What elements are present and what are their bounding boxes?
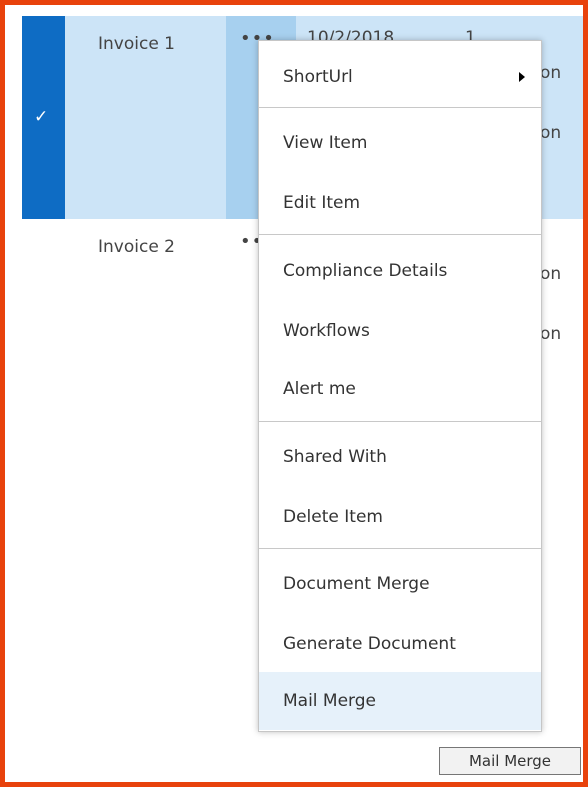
menu-item-label: Generate Document xyxy=(283,634,456,654)
menu-item-document-merge[interactable]: Document Merge xyxy=(259,554,541,614)
menu-divider xyxy=(259,234,541,235)
tooltip: Mail Merge xyxy=(439,747,581,775)
menu-item-label: Mail Merge xyxy=(283,691,377,711)
item-name[interactable]: Invoice 2 xyxy=(98,235,208,259)
menu-divider xyxy=(259,107,541,108)
menu-item-label: Shared With xyxy=(283,447,387,467)
menu-item-shorturl[interactable]: ShortUrl xyxy=(259,47,541,107)
menu-divider xyxy=(259,421,541,422)
submenu-arrow-icon xyxy=(519,72,525,82)
row-partial-text: on xyxy=(540,123,562,143)
menu-divider xyxy=(259,548,541,549)
menu-item-label: Edit Item xyxy=(283,193,361,213)
checkmark-icon: ✓ xyxy=(34,107,49,127)
menu-item-label: Workflows xyxy=(283,321,370,341)
menu-item-view-item[interactable]: View Item xyxy=(259,113,541,173)
menu-item-compliance-details[interactable]: Compliance Details xyxy=(259,241,541,301)
menu-item-delete-item[interactable]: Delete Item xyxy=(259,487,541,547)
menu-item-label: View Item xyxy=(283,133,368,153)
row-select-checkbox[interactable]: ✓ xyxy=(22,16,65,219)
menu-item-label: Document Merge xyxy=(283,574,430,594)
menu-item-edit-item[interactable]: Edit Item xyxy=(259,173,541,233)
item-name[interactable]: Invoice 1 xyxy=(98,32,208,56)
menu-item-workflows[interactable]: Workflows xyxy=(259,301,541,361)
menu-item-generate-document[interactable]: Generate Document xyxy=(259,614,541,674)
item-context-menu: ShortUrl View Item Edit Item Compliance … xyxy=(258,40,542,732)
menu-item-label: Compliance Details xyxy=(283,261,448,281)
row-partial-text: on xyxy=(540,63,562,83)
menu-item-label: ShortUrl xyxy=(283,67,353,87)
menu-item-mail-merge[interactable]: Mail Merge xyxy=(259,672,541,730)
row-partial-text: on xyxy=(540,324,562,344)
menu-item-shared-with[interactable]: Shared With xyxy=(259,427,541,487)
menu-item-label: Delete Item xyxy=(283,507,383,527)
menu-item-label: Alert me xyxy=(283,379,356,399)
row-partial-text: on xyxy=(540,264,562,284)
menu-item-alert-me[interactable]: Alert me xyxy=(259,359,541,419)
